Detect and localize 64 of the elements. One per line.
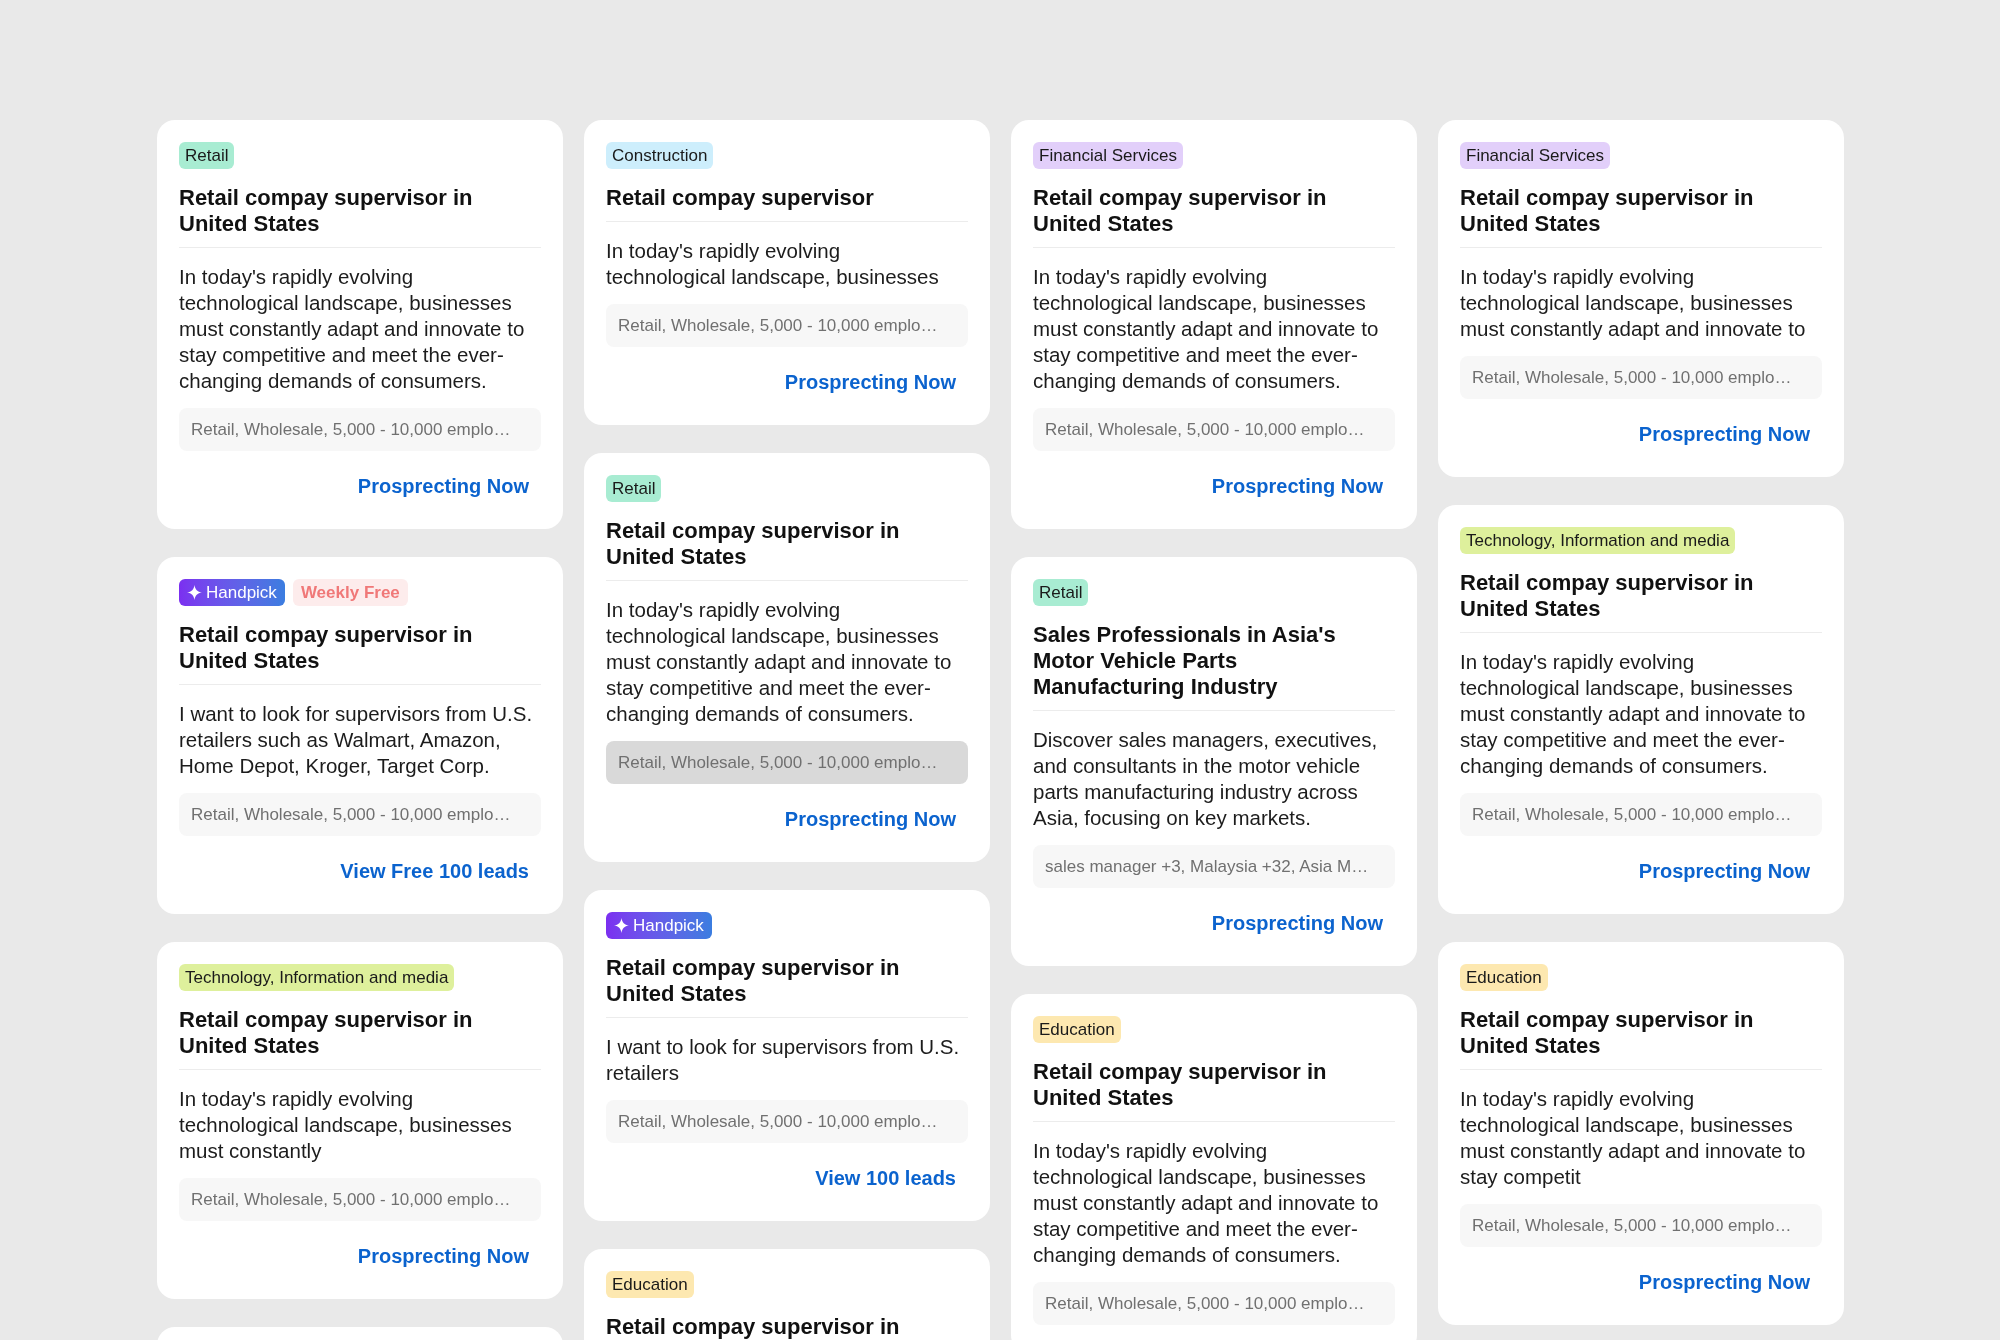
action-link[interactable]: Prosprecting Now bbox=[1211, 471, 1383, 501]
card-title: Retail compay supervisor in United States bbox=[1033, 185, 1395, 248]
card-description: In today's rapidly evolving technological landscape, businesses must constantly bbox=[179, 1086, 513, 1164]
handpick-tag: Handpick bbox=[606, 912, 712, 939]
card-description: Discover sales managers, executives, and consultants in the motor vehicle parts manufacturing industry across Asia, focusing on key markets. bbox=[1033, 727, 1379, 831]
category-tag: Technology, Information and media bbox=[1460, 527, 1736, 554]
filter-summary: Retail, Wholesale, 5,000 - 10,000 emplo… bbox=[179, 1178, 541, 1221]
action-link[interactable]: Prosprecting Now bbox=[1638, 856, 1810, 886]
filter-summary: Retail, Wholesale, 5,000 - 10,000 emplo… bbox=[606, 1100, 968, 1143]
category-tag: Financial Services bbox=[1460, 142, 1610, 169]
card-title: Retail compay supervisor in United States bbox=[1033, 1059, 1395, 1122]
action-link[interactable]: View Free 100 leads bbox=[340, 856, 529, 886]
card-description: In today's rapidly evolving technological landscape, businesses must constantly adapt and innovate to stay competitive and meet the ever-changing demands of consumers. bbox=[1033, 264, 1380, 394]
action-link[interactable]: Prosprecting Now bbox=[357, 471, 529, 501]
card-description: In today's rapidly evolving technological landscape, businesses bbox=[606, 238, 940, 290]
filter-summary: Retail, Wholesale, 5,000 - 10,000 emplo… bbox=[1033, 408, 1395, 451]
filter-summary: Retail, Wholesale, 5,000 - 10,000 emplo… bbox=[179, 408, 541, 451]
card-title: Retail compay supervisor in United States bbox=[1460, 1007, 1822, 1070]
category-tag: Financial Services bbox=[1033, 142, 1183, 169]
card-description: In today's rapidly evolving technological landscape, businesses must constantly adapt and innovate to stay competit bbox=[1460, 1086, 1807, 1190]
category-tag: Construction bbox=[606, 142, 714, 169]
weekly-free-tag: Weekly Free bbox=[292, 579, 408, 606]
sparkle-icon bbox=[614, 918, 629, 933]
card-description: In today's rapidly evolving technological landscape, businesses must constantly adapt and innovate to bbox=[1460, 264, 1807, 342]
action-link[interactable]: Prosprecting Now bbox=[1211, 908, 1383, 938]
card-title: Retail compay supervisor in United States bbox=[179, 622, 541, 685]
action-link[interactable]: Prosprecting Now bbox=[1638, 1267, 1810, 1297]
card-title: Retail compay supervisor in United States bbox=[1460, 570, 1822, 633]
card-title: Retail compay supervisor in United States bbox=[606, 518, 968, 581]
category-tag: Education bbox=[1460, 964, 1548, 991]
card-description: In today's rapidly evolving technological landscape, businesses must constantly adapt and innovate to stay competitive and meet the ever-changing demands of consumers. bbox=[606, 597, 953, 727]
action-link[interactable]: Prosprecting Now bbox=[357, 1241, 529, 1271]
action-link[interactable]: View 100 leads bbox=[815, 1163, 956, 1193]
sparkle-icon bbox=[187, 585, 202, 600]
filter-summary: Retail, Wholesale, 5,000 - 10,000 emplo… bbox=[606, 304, 968, 347]
filter-summary: sales manager +3, Malaysia +32, Asia M… bbox=[1033, 845, 1395, 888]
category-tag: Retail bbox=[606, 475, 662, 502]
filter-summary: Retail, Wholesale, 5,000 - 10,000 emplo… bbox=[1033, 1282, 1395, 1325]
category-tag: Technology, Information and media bbox=[179, 964, 455, 991]
filter-summary: Retail, Wholesale, 5,000 - 10,000 emplo… bbox=[1460, 1204, 1822, 1247]
card-description: I want to look for supervisors from U.S. retailers such as Walmart, Amazon, Home Depot, Kroger, Target Corp. bbox=[179, 701, 534, 779]
filter-summary: Retail, Wholesale, 5,000 - 10,000 emplo… bbox=[179, 793, 541, 836]
card-title: Retail compay supervisor in United States bbox=[1460, 185, 1822, 248]
category-tag: Education bbox=[606, 1271, 694, 1298]
card-title: Retail compay supervisor in United States bbox=[179, 185, 541, 248]
category-tag: Retail bbox=[179, 142, 235, 169]
card-title: Retail compay supervisor in bbox=[606, 1314, 968, 1340]
filter-summary: Retail, Wholesale, 5,000 - 10,000 emplo… bbox=[1460, 793, 1822, 836]
card-title: Retail compay supervisor in United States bbox=[606, 955, 968, 1018]
card-description: I want to look for supervisors from U.S. retailers bbox=[606, 1034, 961, 1086]
card-description: In today's rapidly evolving technological landscape, businesses must constantly adapt and innovate to stay competitive and meet the ever-changing demands of consumers. bbox=[1460, 649, 1807, 779]
filter-summary: Retail, Wholesale, 5,000 - 10,000 emplo… bbox=[606, 741, 968, 784]
card-title: Sales Professionals in Asia's Motor Vehicle Parts Manufacturing Industry bbox=[1033, 622, 1395, 711]
card-title: Retail compay supervisor bbox=[606, 185, 968, 222]
action-link[interactable]: Prosprecting Now bbox=[784, 804, 956, 834]
category-tag: Education bbox=[1033, 1016, 1121, 1043]
action-link[interactable]: Prosprecting Now bbox=[1638, 419, 1810, 449]
card-description: In today's rapidly evolving technological landscape, businesses must constantly adapt and innovate to stay competitive and meet the ever-changing demands of consumers. bbox=[179, 264, 526, 394]
category-tag: Retail bbox=[1033, 579, 1089, 606]
action-link[interactable]: Prosprecting Now bbox=[784, 367, 956, 397]
card-title: Retail compay supervisor in United States bbox=[179, 1007, 541, 1070]
filter-summary: Retail, Wholesale, 5,000 - 10,000 emplo… bbox=[1460, 356, 1822, 399]
handpick-tag: Handpick bbox=[179, 579, 285, 606]
card-description: In today's rapidly evolving technological landscape, businesses must constantly adapt and innovate to stay competitive and meet the ever-changing demands of consumers. bbox=[1033, 1138, 1380, 1268]
